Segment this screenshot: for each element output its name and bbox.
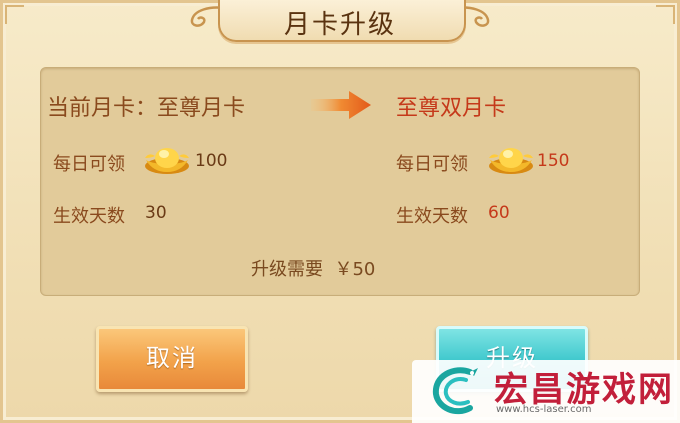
corner-ornament-icon	[656, 5, 675, 24]
watermark-url: www.hcs-laser.com	[496, 404, 592, 415]
current-daily-value: 100	[195, 151, 228, 171]
new-days-value: 60	[488, 203, 510, 223]
current-days-value: 30	[145, 203, 167, 223]
upgrade-cost-text: 升级需要 ￥50	[251, 259, 376, 280]
current-card-label: 当前月卡：至尊月卡	[47, 96, 246, 121]
new-card-label: 至尊双月卡	[396, 96, 507, 121]
cancel-button[interactable]: 取消	[96, 326, 248, 392]
gold-ingot-icon	[145, 148, 189, 174]
new-daily-label: 每日可领	[396, 154, 468, 175]
dialog-title: 月卡升级	[283, 10, 396, 40]
new-daily-value: 150	[537, 151, 570, 171]
current-days-label: 生效天数	[53, 206, 125, 227]
upgrade-info-panel: 当前月卡：至尊月卡 至尊双月卡 每日可领 100 生效天数 30 每日可领 15…	[40, 67, 640, 296]
dragon-logo-icon	[432, 367, 478, 415]
site-watermark: 宏昌游戏网 www.hcs-laser.com	[412, 360, 680, 423]
gold-ingot-icon	[489, 148, 533, 174]
new-days-label: 生效天数	[396, 206, 468, 227]
corner-ornament-icon	[5, 5, 24, 24]
current-daily-label: 每日可领	[53, 154, 125, 175]
upgrade-dialog: 月卡升级 当前月卡：至尊月卡 至尊双月卡 每日可领 100 生效天数 30 每日…	[0, 0, 680, 423]
right-arrow-icon	[311, 91, 371, 119]
